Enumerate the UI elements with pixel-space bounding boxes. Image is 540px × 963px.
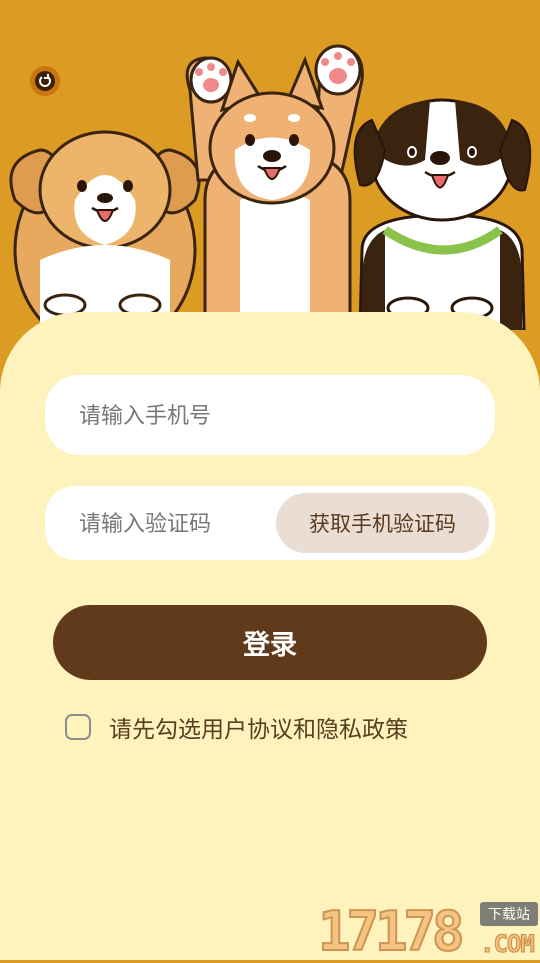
watermark-badge: 下载站 xyxy=(480,902,538,926)
middle-dog xyxy=(185,44,364,330)
phone-field xyxy=(45,375,495,457)
phone-input[interactable] xyxy=(77,375,461,457)
site-watermark: 17178 下载站 .COM xyxy=(317,900,540,963)
login-button[interactable]: 登录 xyxy=(53,605,487,680)
code-field: 获取手机验证码 xyxy=(45,486,495,562)
watermark-digits: 17178 xyxy=(317,900,466,963)
agreement-row: 请先勾选用户协议和隐私政策 xyxy=(65,710,408,744)
agreement-label[interactable]: 请先勾选用户协议和隐私政策 xyxy=(109,710,408,744)
left-dog xyxy=(9,130,201,330)
refresh-button[interactable] xyxy=(30,66,60,96)
dogs-illustration xyxy=(9,44,532,330)
right-dog xyxy=(353,98,532,330)
refresh-icon xyxy=(35,71,55,91)
get-code-button[interactable]: 获取手机验证码 xyxy=(276,493,489,553)
agreement-checkbox[interactable] xyxy=(65,714,91,740)
code-input[interactable] xyxy=(77,486,301,562)
watermark-suffix: .COM xyxy=(480,930,536,959)
hero-illustration xyxy=(0,0,540,330)
